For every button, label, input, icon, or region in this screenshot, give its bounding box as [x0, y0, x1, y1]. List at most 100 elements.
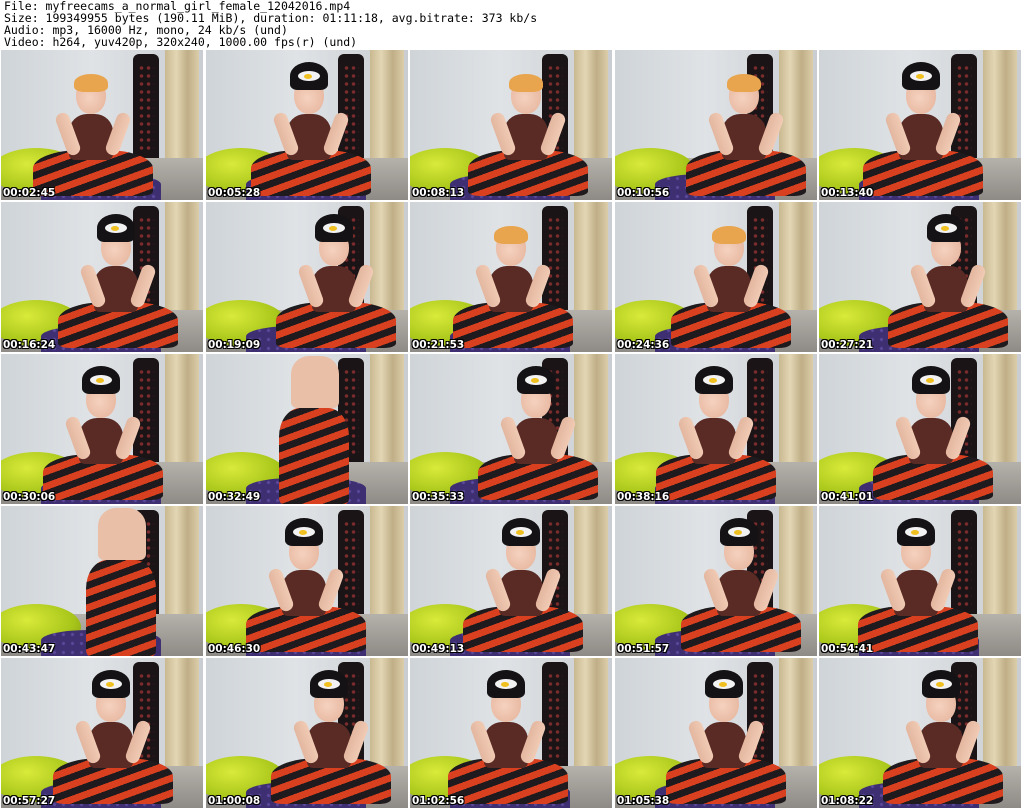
hair	[74, 74, 108, 92]
curtain	[370, 202, 404, 320]
thumbnail-frame-image	[615, 50, 817, 200]
video-thumbnail: 00:43:47	[1, 506, 203, 656]
thumbnail-frame-image	[819, 658, 1021, 808]
curtain	[574, 202, 608, 320]
penguin-hat	[927, 214, 965, 242]
timestamp-label: 00:13:40	[821, 187, 874, 199]
timestamp-label: 00:43:47	[3, 643, 56, 655]
penguin-hat	[82, 366, 120, 394]
timestamp-label: 00:57:27	[3, 795, 56, 807]
thumbnail-frame-image	[819, 50, 1021, 200]
video-thumbnail: 00:49:13	[410, 506, 612, 656]
timestamp-label: 00:32:49	[208, 491, 261, 503]
thumbnail-frame-image	[1, 50, 203, 200]
video-info-line: Video: h264, yuv420p, 320x240, 1000.00 f…	[4, 35, 358, 49]
timestamp-label: 00:24:36	[617, 339, 670, 351]
curtain	[779, 506, 813, 624]
video-thumbnail: 00:35:33	[410, 354, 612, 504]
curtain	[165, 354, 199, 472]
penguin-hat	[285, 518, 323, 546]
curtain	[574, 50, 608, 168]
timestamp-label: 01:02:56	[412, 795, 465, 807]
timestamp-label: 00:05:28	[208, 187, 261, 199]
thumbnail-frame-image	[1, 506, 203, 656]
timestamp-label: 00:10:56	[617, 187, 670, 199]
timestamp-label: 00:21:53	[412, 339, 465, 351]
timestamp-label: 00:08:13	[412, 187, 465, 199]
timestamp-label: 01:05:38	[617, 795, 670, 807]
video-thumbnail: 00:21:53	[410, 202, 612, 352]
curtain	[779, 354, 813, 472]
video-thumbnail: 00:41:01	[819, 354, 1021, 504]
thumbnail-frame-image	[410, 354, 612, 504]
hanging-robe	[951, 510, 977, 618]
curtain	[983, 354, 1017, 472]
penguin-hat	[897, 518, 935, 546]
file-info-header: File: myfreecams_a_normal_girl_female_12…	[4, 0, 1020, 50]
timestamp-label: 00:46:30	[208, 643, 261, 655]
curtain	[779, 50, 813, 168]
timestamp-label: 00:41:01	[821, 491, 874, 503]
penguin-hat	[705, 670, 743, 698]
thumbnail-frame-image	[819, 202, 1021, 352]
hanging-robe	[338, 510, 364, 618]
timestamp-label: 00:16:24	[3, 339, 56, 351]
penguin-hat	[92, 670, 130, 698]
video-thumbnail: 00:05:28	[206, 50, 408, 200]
penguin-hat	[922, 670, 960, 698]
video-thumbnail: 00:08:13	[410, 50, 612, 200]
curtain	[370, 50, 404, 168]
thumbnail-frame-image	[410, 506, 612, 656]
penguin-hat	[502, 518, 540, 546]
thumbnail-frame-image	[410, 202, 612, 352]
penguin-hat	[315, 214, 353, 242]
curtain	[983, 202, 1017, 320]
penguin-hat	[487, 670, 525, 698]
penguin-hat	[97, 214, 135, 242]
thumbnail-frame-image	[206, 506, 408, 656]
thumbnail-frame-image	[615, 354, 817, 504]
thumbnail-frame-image	[206, 354, 408, 504]
timestamp-label: 00:27:21	[821, 339, 874, 351]
penguin-hat	[902, 62, 940, 90]
thumbnail-frame-image	[206, 50, 408, 200]
timestamp-label: 00:30:06	[3, 491, 56, 503]
curtain	[165, 202, 199, 320]
penguin-hat	[310, 670, 348, 698]
hanging-robe	[542, 662, 568, 770]
curtain	[983, 50, 1017, 168]
curtain	[370, 658, 404, 776]
curtain	[370, 354, 404, 472]
curtain	[574, 354, 608, 472]
video-thumbnail: 00:27:21	[819, 202, 1021, 352]
curtain	[165, 658, 199, 776]
video-thumbnail: 01:08:22	[819, 658, 1021, 808]
thumbnail-frame-image	[615, 506, 817, 656]
hanging-robe	[133, 54, 159, 162]
timestamp-label: 01:08:22	[821, 795, 874, 807]
thumbnail-frame-image	[1, 658, 203, 808]
timestamp-label: 00:19:09	[208, 339, 261, 351]
video-thumbnail: 00:02:45	[1, 50, 203, 200]
striped-leggings	[86, 560, 156, 656]
thumbnail-frame-image	[819, 354, 1021, 504]
video-thumbnail: 01:00:08	[206, 658, 408, 808]
hair	[509, 74, 543, 92]
torso	[98, 508, 146, 560]
curtain	[983, 658, 1017, 776]
penguin-hat	[912, 366, 950, 394]
torso	[291, 356, 339, 408]
curtain	[370, 506, 404, 624]
video-thumbnail: 01:05:38	[615, 658, 817, 808]
video-thumbnail: 00:38:16	[615, 354, 817, 504]
hanging-robe	[133, 358, 159, 466]
thumbnail-frame-image	[410, 50, 612, 200]
thumbnail-frame-image	[615, 202, 817, 352]
curtain	[779, 202, 813, 320]
video-thumbnail: 00:46:30	[206, 506, 408, 656]
thumbnail-frame-image	[206, 202, 408, 352]
hanging-robe	[951, 54, 977, 162]
curtain	[983, 506, 1017, 624]
video-thumbnail: 00:13:40	[819, 50, 1021, 200]
video-thumbnail: 00:32:49	[206, 354, 408, 504]
